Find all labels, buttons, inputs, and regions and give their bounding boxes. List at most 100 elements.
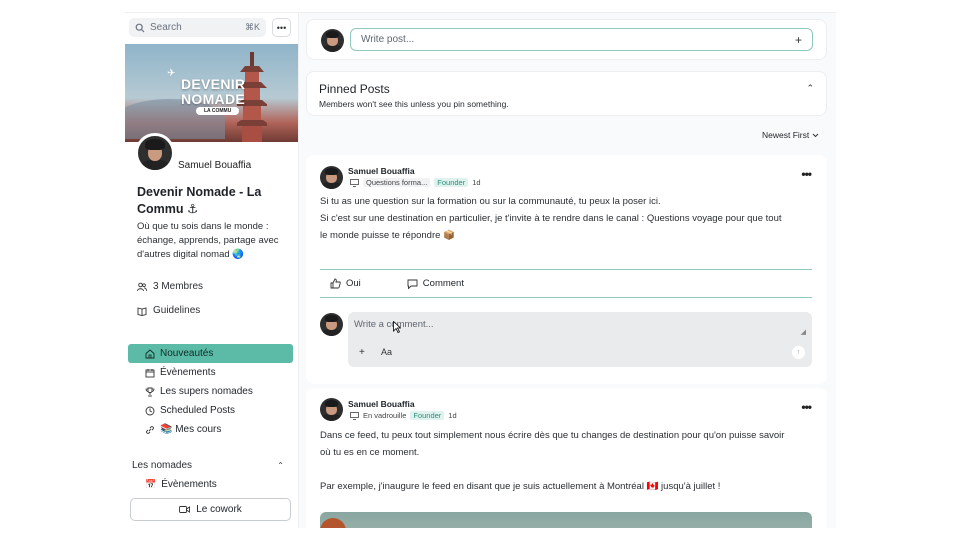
post-body: Si tu as une question sur la formation o… <box>320 193 815 244</box>
sidebar-item-label: Scheduled Posts <box>160 405 236 416</box>
group-item-label: Évènements <box>161 479 217 490</box>
mouse-cursor-icon <box>393 321 401 333</box>
sidebar-item-supers-nomades[interactable]: Les supers nomades <box>128 382 293 401</box>
post-author[interactable]: Samuel Bouaffia <box>348 399 415 409</box>
post-image[interactable] <box>320 512 812 528</box>
members-label: 3 Membres <box>153 281 204 292</box>
author-avatar[interactable] <box>320 398 343 421</box>
owner-avatar[interactable] <box>135 133 175 173</box>
post-channel[interactable]: En vadrouille <box>363 411 406 420</box>
users-icon <box>137 282 147 291</box>
post-line: Si c'est sur une destination en particul… <box>320 213 782 224</box>
banner-line1: DEVENIR <box>181 76 246 92</box>
post-author[interactable]: Samuel Bouaffia <box>348 166 415 176</box>
app-frame: Search ⌘K ••• ✈ DEVENIR NOMADE LA COMMU <box>125 12 836 528</box>
owner-name[interactable]: Samuel Bouaffia <box>178 160 251 171</box>
post-meta: Questions forma... Founder 1d <box>350 178 481 187</box>
foliage-shape <box>320 518 346 528</box>
chevron-up-icon[interactable]: ⌃ <box>277 461 284 470</box>
founder-badge: Founder <box>410 411 445 420</box>
write-post-placeholder: Write post... <box>361 34 415 45</box>
thumbs-up-icon <box>330 278 341 289</box>
post-composer: Write post... + <box>306 19 827 60</box>
more-icon: ••• <box>276 22 287 33</box>
plane-icon: ✈ <box>167 68 176 79</box>
sidebar-item-mes-cours[interactable]: 📚 Mes cours <box>128 420 293 439</box>
link-icon <box>146 425 154 434</box>
sidebar-item-scheduled-posts[interactable]: Scheduled Posts <box>128 401 293 420</box>
community-description: Où que tu sois dans le monde : échange, … <box>137 221 279 260</box>
sidebar-item-label: Nouveautés <box>160 348 214 359</box>
like-button[interactable]: Oui <box>330 278 361 289</box>
search-placeholder: Search <box>150 22 182 33</box>
search-shortcut: ⌘K <box>244 22 260 32</box>
like-label: Oui <box>346 278 361 289</box>
video-icon <box>179 506 191 513</box>
comment-label: Comment <box>422 278 464 289</box>
search-icon <box>135 23 145 32</box>
trophy-icon <box>145 387 155 396</box>
post-time: 1d <box>448 411 457 420</box>
more-options-button[interactable]: ••• <box>272 18 291 37</box>
pinned-subtitle: Members won't see this unless you pin so… <box>319 99 509 109</box>
author-avatar[interactable] <box>320 166 343 189</box>
post-card: Samuel Bouaffia Questions forma... Found… <box>306 155 827 384</box>
founder-badge: Founder <box>434 178 469 187</box>
chevron-down-icon <box>812 133 819 137</box>
guidelines-link[interactable]: Guidelines <box>137 305 200 316</box>
sidebar-item-label: Les supers nomades <box>160 386 253 397</box>
sidebar-item-label: 📚 Mes cours <box>160 424 222 435</box>
post-line: Par exemple, j'inaugure le feed en disan… <box>320 481 721 492</box>
post-options-icon[interactable]: ••• <box>801 400 812 414</box>
book-icon <box>137 306 147 316</box>
post-actions: Oui Comment <box>320 269 812 298</box>
cowork-label: Le cowork <box>196 504 242 515</box>
comment-icon <box>407 279 418 289</box>
comment-input[interactable]: Write a comment... ◢ + Aa ↑ <box>348 312 812 367</box>
community-title: Devenir Nomade - La Commu ⚓ <box>137 185 262 216</box>
post-meta: En vadrouille Founder 1d <box>350 411 457 420</box>
calendar-icon <box>145 368 155 377</box>
sort-label: Newest First <box>762 130 810 140</box>
sidebar-item-label: Évènements <box>160 367 216 378</box>
avatar <box>321 29 344 52</box>
banner-line2: NOMADE <box>181 91 246 107</box>
post-line: Dans ce feed, tu peux tout simplement no… <box>320 430 785 441</box>
cowork-button[interactable]: Le cowork <box>130 498 291 521</box>
post-line: le monde puisse te répondre 📦 <box>320 230 455 241</box>
post-line-blank <box>320 461 815 478</box>
sidebar-nav: Nouveautés Évènements Les supers nomades… <box>128 344 293 439</box>
post-options-icon[interactable]: ••• <box>801 167 812 181</box>
sidebar: Search ⌘K ••• ✈ DEVENIR NOMADE LA COMMU <box>125 13 299 528</box>
members-link[interactable]: 3 Membres <box>137 281 203 292</box>
write-post-input[interactable]: Write post... + <box>350 28 813 51</box>
sort-dropdown[interactable]: Newest First <box>762 130 819 140</box>
search-input[interactable]: Search ⌘K <box>129 18 266 37</box>
send-arrow-icon[interactable]: ↑ <box>792 346 805 359</box>
pinned-title: Pinned Posts <box>319 82 390 96</box>
group-item-evenements[interactable]: 📅 Évènements <box>145 479 217 490</box>
post-channel[interactable]: Questions forma... <box>363 178 431 187</box>
sidebar-item-evenements[interactable]: Évènements <box>128 363 293 382</box>
calendar-emoji-icon: 📅 <box>145 479 157 489</box>
guidelines-label: Guidelines <box>153 305 201 316</box>
community-banner: ✈ DEVENIR NOMADE LA COMMU <box>125 44 298 142</box>
text-format-icon[interactable]: Aa <box>381 347 392 357</box>
post-time: 1d <box>472 178 481 187</box>
sidebar-item-nouveautes[interactable]: Nouveautés <box>128 344 293 363</box>
avatar <box>320 313 343 336</box>
monitor-icon <box>350 411 359 420</box>
post-body: Dans ce feed, tu peux tout simplement no… <box>320 427 815 495</box>
post-line: où tu es en ce moment. <box>320 447 420 458</box>
group-header-les-nomades[interactable]: Les nomades ⌃ <box>132 460 284 471</box>
post-card: Samuel Bouaffia En vadrouille Founder 1d… <box>306 388 827 528</box>
group-title: Les nomades <box>132 460 193 471</box>
plus-icon[interactable]: + <box>795 33 802 47</box>
chevron-up-icon[interactable]: ⌃ <box>806 83 814 94</box>
pinned-posts-panel: Pinned Posts Members won't see this unle… <box>306 71 827 116</box>
resize-handle-icon[interactable]: ◢ <box>801 328 806 336</box>
post-line: Si tu as une question sur la formation o… <box>320 196 661 207</box>
banner-tag: LA COMMU <box>196 107 240 115</box>
plus-icon[interactable]: + <box>359 347 365 358</box>
comment-button[interactable]: Comment <box>407 278 464 289</box>
